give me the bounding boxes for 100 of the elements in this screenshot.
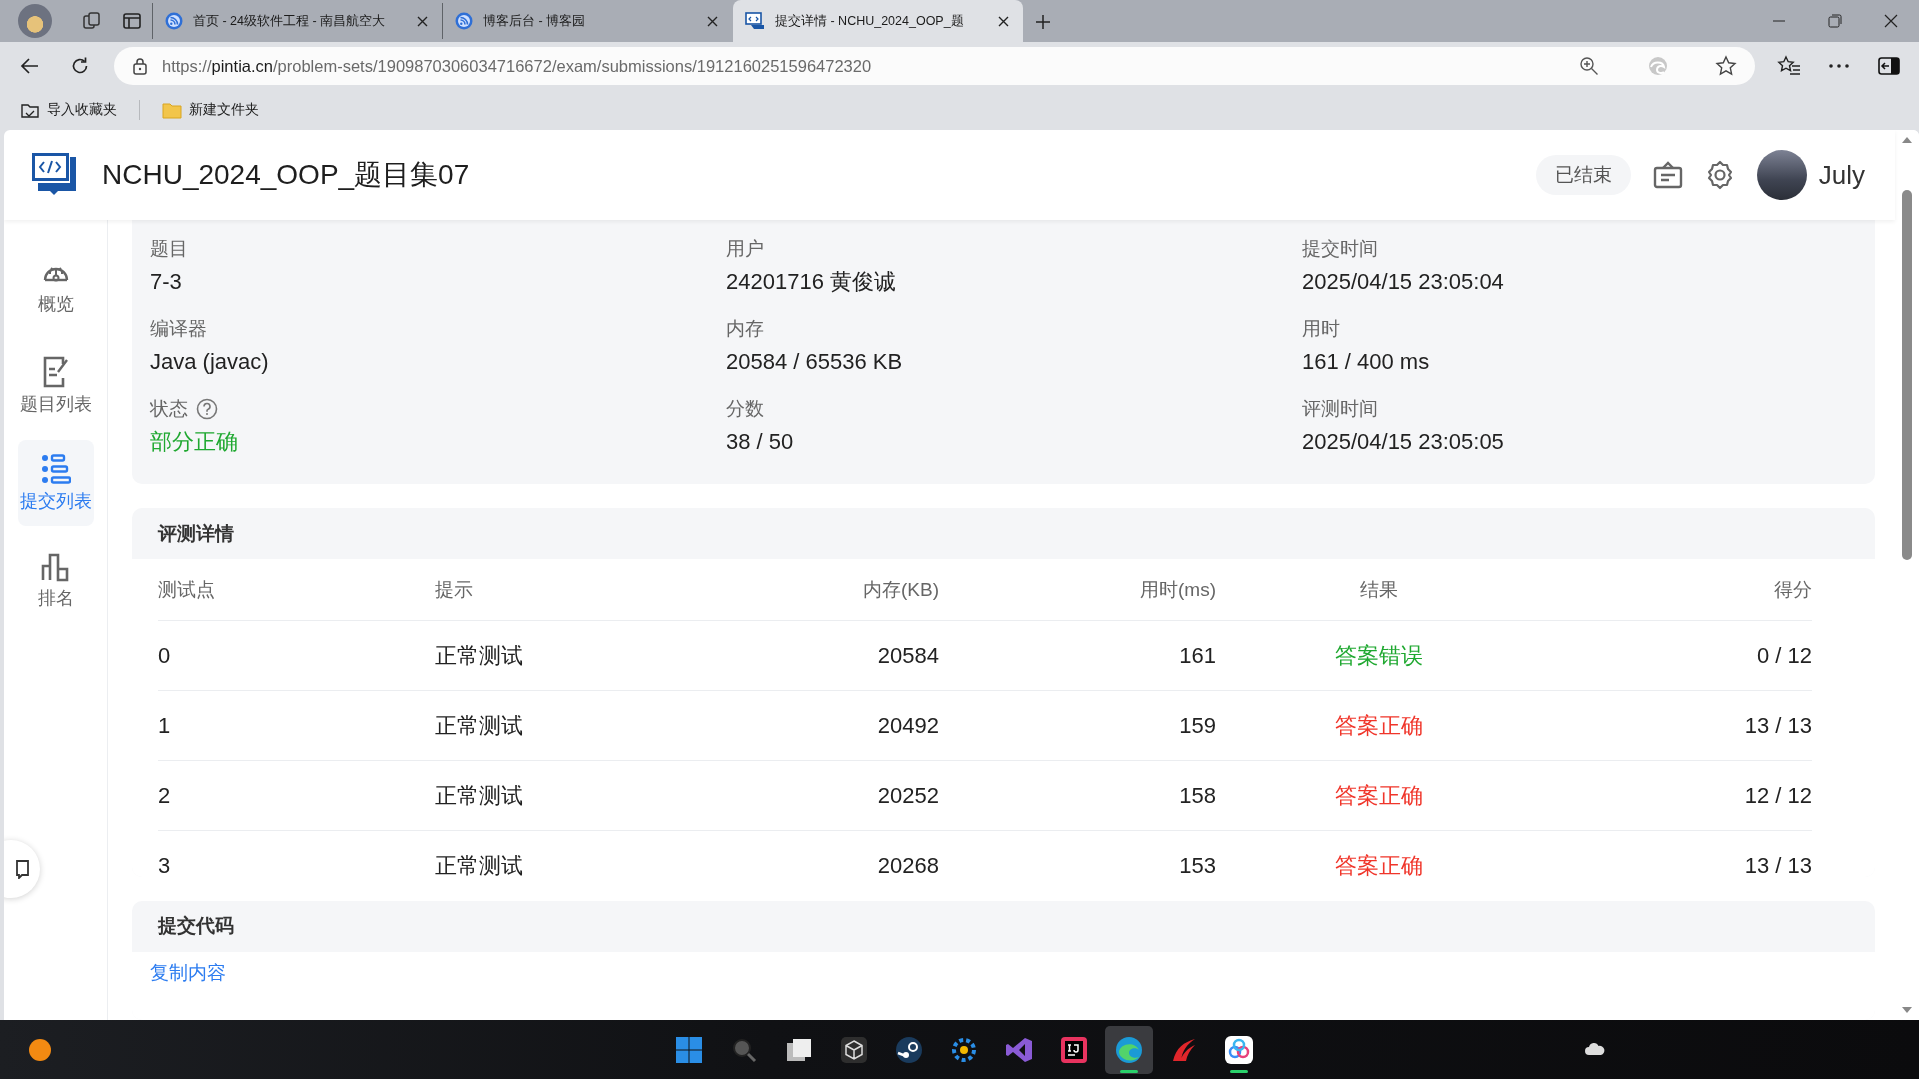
table-cell: 0 / 12	[1542, 620, 1812, 690]
plus-icon	[1035, 14, 1051, 30]
sidebar-label: 题目列表	[19, 393, 92, 416]
id-card-icon[interactable]	[1652, 161, 1683, 189]
close-icon	[707, 15, 718, 27]
table-cell: 20252	[689, 760, 939, 830]
table-cell: 20492	[689, 690, 939, 760]
sidebar-label: 概览	[37, 293, 74, 316]
table-cell: 正常测试	[435, 690, 689, 760]
field-value: 24201716 黄俊诚	[726, 268, 897, 296]
field-label: 分数	[726, 397, 764, 421]
column-header: 结果	[1359, 577, 1399, 602]
table-cell: 2	[158, 760, 435, 830]
field-value: 部分正确	[150, 428, 239, 456]
infinity-ribbon-icon	[1005, 1035, 1033, 1064]
tab-title: 首页 - 24级软件工程 - 南昌航空大	[193, 12, 387, 30]
bookmark-item[interactable]: 导入收藏夹	[14, 97, 123, 123]
column-header: 内存(KB)	[862, 577, 939, 602]
browser-tab[interactable]: 提交详情 - NCHU_2024_OOP_题	[733, 0, 1023, 42]
steam-logo-icon	[895, 1035, 923, 1064]
list-icon	[40, 453, 71, 485]
field-value: 2025/04/15 23:05:05	[1302, 428, 1505, 456]
taskbar-app-button[interactable]	[1105, 1025, 1153, 1074]
column-header: 用时(ms)	[1139, 577, 1216, 602]
field-label: 评测时间	[1302, 397, 1378, 421]
star-icon[interactable]	[1715, 55, 1737, 77]
sidebar-item[interactable]: 概览	[17, 244, 94, 330]
table-cell: 13 / 13	[1542, 830, 1812, 877]
field-value: 161 / 400 ms	[1302, 348, 1431, 376]
chat-bubble-icon	[16, 859, 30, 879]
table-cell: 20584	[689, 620, 939, 690]
lock-icon	[132, 57, 148, 75]
field-label: 用时	[1302, 317, 1340, 341]
column-header: 得分	[1773, 577, 1812, 602]
column-header: 测试点	[158, 577, 216, 602]
close-icon	[1884, 14, 1898, 28]
zoom-in-icon[interactable]	[1579, 56, 1599, 76]
profile-avatar[interactable]	[18, 4, 52, 38]
table-cell: 答案错误	[1216, 620, 1542, 690]
sidebar-item[interactable]: 题目列表	[17, 342, 94, 428]
browser-tab[interactable]: 博客后台 - 博客园	[442, 3, 732, 39]
code-monitor-logo-icon	[32, 153, 78, 197]
field-value: 7-3	[150, 268, 183, 296]
cloud-circles-icon	[1224, 1034, 1254, 1065]
task-view-icon	[785, 1036, 813, 1063]
table-cell: 正常测试	[435, 620, 689, 690]
page-title: NCHU_2024_OOP_题目集07	[102, 158, 470, 192]
field-value: 2025/04/15 23:05:04	[1302, 268, 1505, 296]
sidebar-item[interactable]: 提交列表	[17, 440, 94, 526]
running-indicator	[1120, 1069, 1138, 1073]
field-label: 用户	[726, 237, 764, 261]
windows-logo-icon	[675, 1035, 703, 1064]
tab-title: 提交详情 - NCHU_2024_OOP_题	[775, 12, 965, 30]
gear-app-icon	[950, 1035, 978, 1064]
table-cell: 12 / 12	[1542, 760, 1812, 830]
restore-icon	[1828, 14, 1842, 28]
field-label: 提交时间	[1302, 237, 1378, 261]
code-monitor-icon	[745, 12, 765, 30]
bar-chart-icon	[40, 552, 71, 582]
table-cell: 答案正确	[1216, 760, 1542, 830]
scroll-down-icon[interactable]	[1901, 1006, 1913, 1014]
stacked-squares-icon	[82, 11, 102, 31]
field-value: 20584 / 65536 KB	[726, 348, 904, 376]
copy-link[interactable]: 复制内容	[150, 961, 226, 983]
table-cell: 158	[939, 760, 1216, 830]
url-text: https://pintia.cn/problem-sets/1909870306034716672/exam/submissions/1912160251596472320	[162, 56, 873, 76]
sidebar-label: 提交列表	[19, 490, 92, 513]
section-title: 评测详情	[156, 521, 235, 546]
star-list-icon	[1777, 55, 1801, 77]
field-value: Java (javac)	[150, 348, 270, 376]
table-cell: 161	[939, 620, 1216, 690]
tab-title: 博客后台 - 博客园	[483, 12, 587, 30]
scroll-up-icon[interactable]	[1901, 136, 1913, 144]
rss-circle-icon	[165, 12, 183, 30]
browser-tab[interactable]: 首页 - 24级软件工程 - 南昌航空大	[152, 3, 442, 39]
field-value: 38 / 50	[726, 428, 795, 456]
cloud-icon[interactable]	[1584, 1042, 1606, 1056]
user-avatar[interactable]	[1756, 150, 1807, 200]
table-cell: 正常测试	[435, 830, 689, 877]
close-icon	[417, 15, 428, 27]
circle-app-icon[interactable]	[28, 1038, 52, 1062]
table-cell: 13 / 13	[1542, 690, 1812, 760]
help-icon[interactable]	[196, 398, 218, 420]
sidebar-item[interactable]: 排名	[17, 538, 94, 624]
table-cell: 20268	[689, 830, 939, 877]
table-cell: 1	[158, 690, 435, 760]
running-indicator	[1230, 1069, 1248, 1073]
folder-icon	[162, 101, 182, 119]
user-name[interactable]: July	[1818, 159, 1865, 191]
more-dots-icon	[1828, 63, 1850, 69]
cube-icon	[840, 1035, 868, 1064]
bookmark-item[interactable]: 新建文件夹	[156, 97, 265, 123]
bookmark-label: 导入收藏夹	[47, 101, 117, 119]
table-cell: 159	[939, 690, 1216, 760]
search-icon	[731, 1036, 757, 1063]
table-cell: 0	[158, 620, 435, 690]
field-label: 状态	[150, 397, 188, 421]
scrollbar-thumb[interactable]	[1902, 190, 1912, 560]
table-cell: 答案正确	[1216, 830, 1542, 877]
address-bar[interactable]: https://pintia.cn/problem-sets/1909870306034716672/exam/submissions/1912160251596472320	[114, 47, 1755, 85]
